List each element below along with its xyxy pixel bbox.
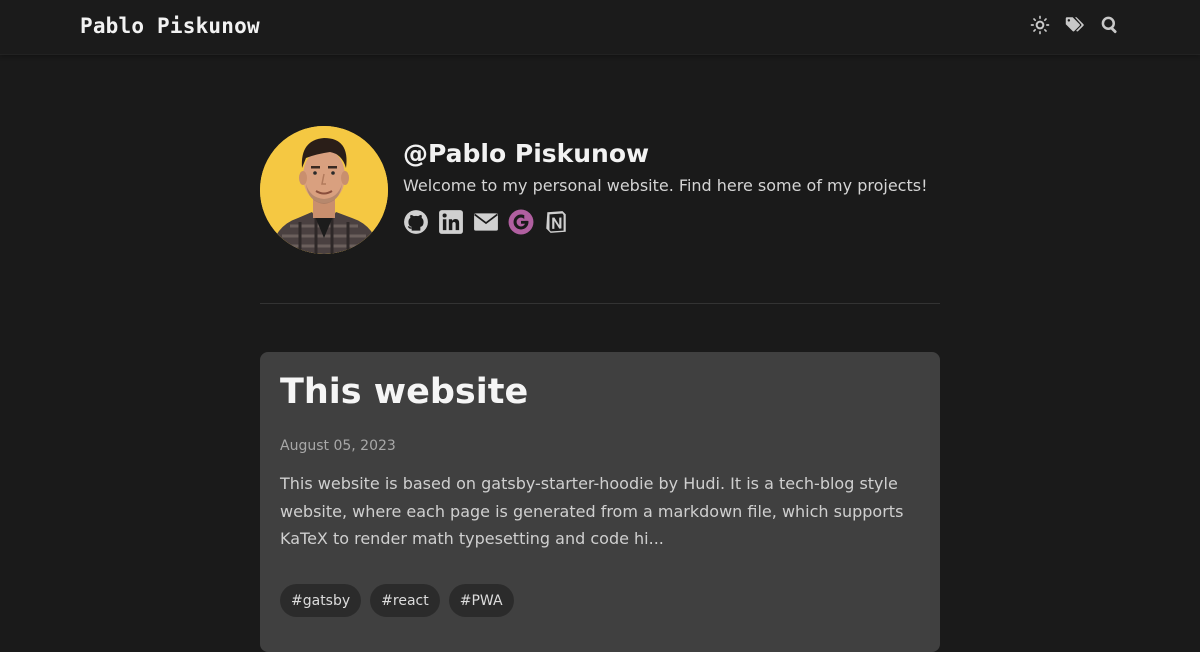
avatar (260, 126, 388, 254)
site-title-link[interactable]: Pablo Piskunow (80, 14, 260, 38)
tag-pwa[interactable]: #PWA (448, 584, 514, 617)
bio-section: @Pablo Piskunow Welcome to my personal w… (260, 126, 940, 256)
post-excerpt: This website is based on gatsby-starter-… (280, 474, 904, 548)
sun-icon[interactable] (1030, 14, 1050, 36)
notion-icon[interactable] (543, 208, 569, 236)
section-divider (260, 303, 940, 304)
linkedin-icon[interactable] (438, 208, 464, 236)
post-card[interactable]: This website August 05, 2023 This websit… (260, 352, 940, 652)
tag-react[interactable]: #react (370, 584, 440, 617)
github-icon[interactable] (403, 208, 429, 236)
tags-icon[interactable] (1065, 14, 1085, 36)
tag-gatsby[interactable]: #gatsby (280, 584, 362, 617)
email-icon[interactable] (473, 208, 499, 236)
post-date: August 05, 2023 (280, 438, 396, 454)
social-links (403, 208, 569, 236)
search-icon[interactable] (1100, 14, 1120, 36)
google-scholar-icon[interactable] (508, 208, 534, 236)
post-tags: #gatsby #react #PWA (280, 584, 514, 617)
author-name: @Pablo Piskunow (403, 139, 650, 168)
header-actions (1030, 14, 1120, 36)
post-title[interactable]: This website (280, 372, 528, 412)
top-header: Pablo Piskunow (0, 0, 1200, 55)
author-description: Welcome to my personal website. Find her… (403, 176, 928, 195)
